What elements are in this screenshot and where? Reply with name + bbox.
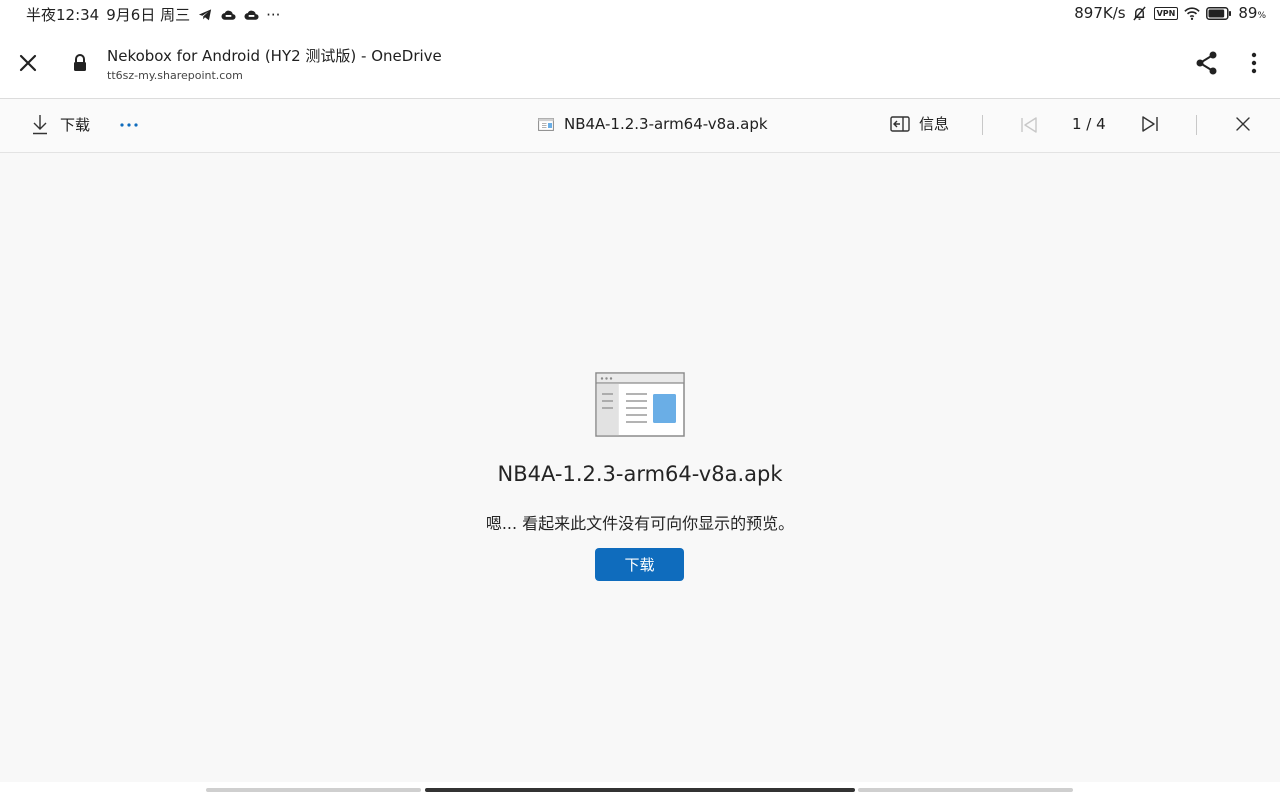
telegram-icon bbox=[197, 7, 213, 23]
more-vertical-icon bbox=[1251, 52, 1257, 74]
file-type-icon bbox=[538, 117, 554, 131]
preview-file-name: NB4A-1.2.3-arm64-v8a.apk bbox=[497, 462, 783, 486]
download-icon bbox=[33, 115, 47, 135]
no-preview-illustration bbox=[595, 372, 685, 437]
wifi-icon bbox=[1184, 5, 1201, 21]
bell-off-icon bbox=[1132, 5, 1148, 21]
nav-handle-right[interactable] bbox=[858, 788, 1073, 792]
toolbar-file-name-text: NB4A-1.2.3-arm64-v8a.apk bbox=[564, 115, 768, 133]
nav-handle-left[interactable] bbox=[206, 788, 421, 792]
battery-percent: 89% bbox=[1238, 4, 1266, 22]
toolbar-download-button[interactable]: 下载 bbox=[31, 113, 90, 135]
cloud-icon bbox=[220, 7, 236, 23]
page-indicator: 1 / 4 bbox=[1072, 115, 1106, 133]
share-icon bbox=[1196, 51, 1217, 75]
page-url: tt6sz-my.sharepoint.com bbox=[107, 69, 243, 82]
preview-area: NB4A-1.2.3-arm64-v8a.apk 嗯... 看起来此文件没有可向… bbox=[0, 153, 1280, 782]
last-page-icon bbox=[1142, 116, 1158, 132]
toolbar-divider bbox=[1196, 115, 1197, 135]
share-button[interactable] bbox=[1194, 50, 1220, 76]
close-icon bbox=[1236, 117, 1250, 131]
vpn-icon: VPN bbox=[1153, 6, 1179, 20]
status-date: 9月6日 周三 bbox=[106, 6, 191, 24]
download-button[interactable]: 下载 bbox=[595, 548, 684, 581]
close-icon bbox=[19, 54, 37, 72]
navigation-bar bbox=[0, 782, 1280, 800]
info-label: 信息 bbox=[919, 115, 950, 133]
nav-handle-center[interactable] bbox=[425, 788, 855, 792]
info-button[interactable]: 信息 bbox=[890, 113, 949, 134]
preview-toolbar: 下载 NB4A-1.2.3-arm64-v8a.apk 信息 1 / 4 bbox=[0, 99, 1280, 153]
status-bar: 半夜12:34 9月6日 周三 ··· 897K/s VPN 89% bbox=[0, 0, 1280, 28]
last-page-button[interactable] bbox=[1140, 114, 1160, 134]
status-more-indicator: ··· bbox=[266, 5, 281, 24]
network-speed: 897K/s bbox=[1074, 4, 1126, 22]
status-time: 半夜12:34 bbox=[26, 6, 100, 24]
toolbar-more-button[interactable] bbox=[118, 115, 140, 135]
info-panel-icon bbox=[890, 115, 910, 132]
close-tab-button[interactable] bbox=[14, 49, 42, 77]
no-preview-message: 嗯... 看起来此文件没有可向你显示的预览。 bbox=[485, 514, 795, 533]
close-preview-button[interactable] bbox=[1233, 114, 1253, 134]
more-horizontal-icon bbox=[120, 123, 138, 127]
browser-top-bar: Nekobox for Android (HY2 测试版) - OneDrive… bbox=[0, 28, 1280, 99]
status-bar-right: 897K/s VPN 89% bbox=[1074, 4, 1266, 22]
toolbar-divider bbox=[982, 115, 983, 135]
lock-icon bbox=[72, 53, 88, 73]
toolbar-file-name: NB4A-1.2.3-arm64-v8a.apk bbox=[538, 115, 768, 133]
first-page-button[interactable] bbox=[1019, 115, 1039, 135]
first-page-icon bbox=[1021, 117, 1037, 133]
battery-icon bbox=[1206, 5, 1232, 21]
cloud-icon bbox=[243, 7, 259, 23]
page-title: Nekobox for Android (HY2 测试版) - OneDrive bbox=[107, 47, 442, 65]
status-bar-left: 半夜12:34 9月6日 周三 ··· bbox=[26, 4, 280, 25]
toolbar-download-label: 下载 bbox=[60, 115, 91, 134]
overflow-menu-button[interactable] bbox=[1244, 50, 1264, 76]
